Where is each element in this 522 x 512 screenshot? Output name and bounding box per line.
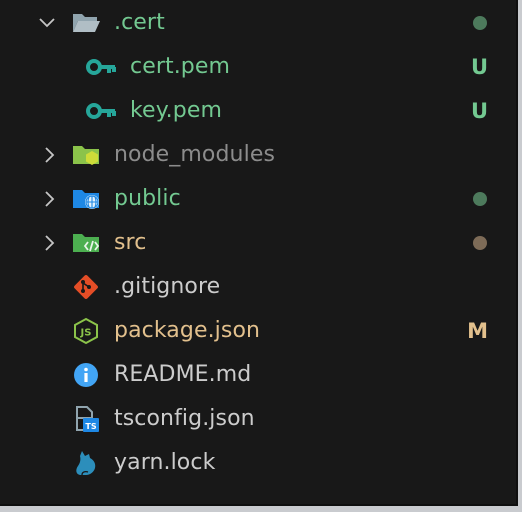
git-status-badge: U (470, 99, 488, 123)
tree-item-readme[interactable]: README.md (0, 353, 518, 397)
tree-item-package-json[interactable]: JS package.json M (0, 309, 518, 353)
tree-item-src[interactable]: src (0, 221, 518, 265)
tree-item-tsconfig[interactable]: TS tsconfig.json (0, 397, 518, 441)
tree-item-cert-folder[interactable]: .cert (0, 1, 518, 45)
tree-item-yarn-lock[interactable]: yarn.lock (0, 441, 518, 485)
info-icon (70, 353, 102, 397)
tree-item-label: .cert (114, 10, 165, 35)
git-status-badge: M (467, 319, 488, 343)
tree-item-label: key.pem (130, 98, 222, 123)
public-folder-icon (70, 177, 102, 221)
tree-item-label: yarn.lock (114, 450, 216, 475)
git-status-dot (473, 16, 487, 30)
chevron-right-icon[interactable] (37, 221, 61, 265)
folder-open-icon (70, 1, 102, 45)
tree-item-label: package.json (114, 318, 261, 343)
tsconfig-icon: TS (70, 397, 102, 441)
svg-text:JS: JS (80, 328, 92, 339)
git-icon (70, 265, 102, 309)
tree-item-gitignore[interactable]: .gitignore (0, 265, 518, 309)
chevron-down-icon[interactable] (35, 1, 59, 45)
git-status-dot (473, 192, 487, 206)
key-icon (85, 45, 117, 89)
git-status-badge: U (470, 55, 488, 79)
tree-item-public[interactable]: public (0, 177, 518, 221)
key-icon (85, 89, 117, 133)
node-folder-icon (70, 133, 102, 177)
tree-item-node-modules[interactable]: node_modules (0, 133, 518, 177)
chevron-right-icon[interactable] (37, 177, 61, 221)
chevron-right-icon[interactable] (37, 133, 61, 177)
tree-item-label: tsconfig.json (114, 406, 255, 431)
src-folder-icon (70, 221, 102, 265)
tree-item-label: src (114, 230, 147, 255)
svg-text:TS: TS (85, 422, 96, 431)
tree-item-cert-pem[interactable]: cert.pem U (0, 45, 518, 89)
tree-item-label: README.md (114, 362, 252, 387)
tree-item-label: .gitignore (114, 274, 221, 299)
git-status-dot (473, 236, 487, 250)
tree-item-label: cert.pem (130, 54, 231, 79)
nodejs-icon: JS (70, 309, 102, 353)
tree-item-key-pem[interactable]: key.pem U (0, 89, 518, 133)
tree-item-label: node_modules (114, 142, 276, 167)
yarn-icon (70, 441, 102, 485)
file-explorer: .cert cert.pem U key.pem U node_modules … (0, 0, 518, 506)
tree-item-label: public (114, 186, 181, 211)
